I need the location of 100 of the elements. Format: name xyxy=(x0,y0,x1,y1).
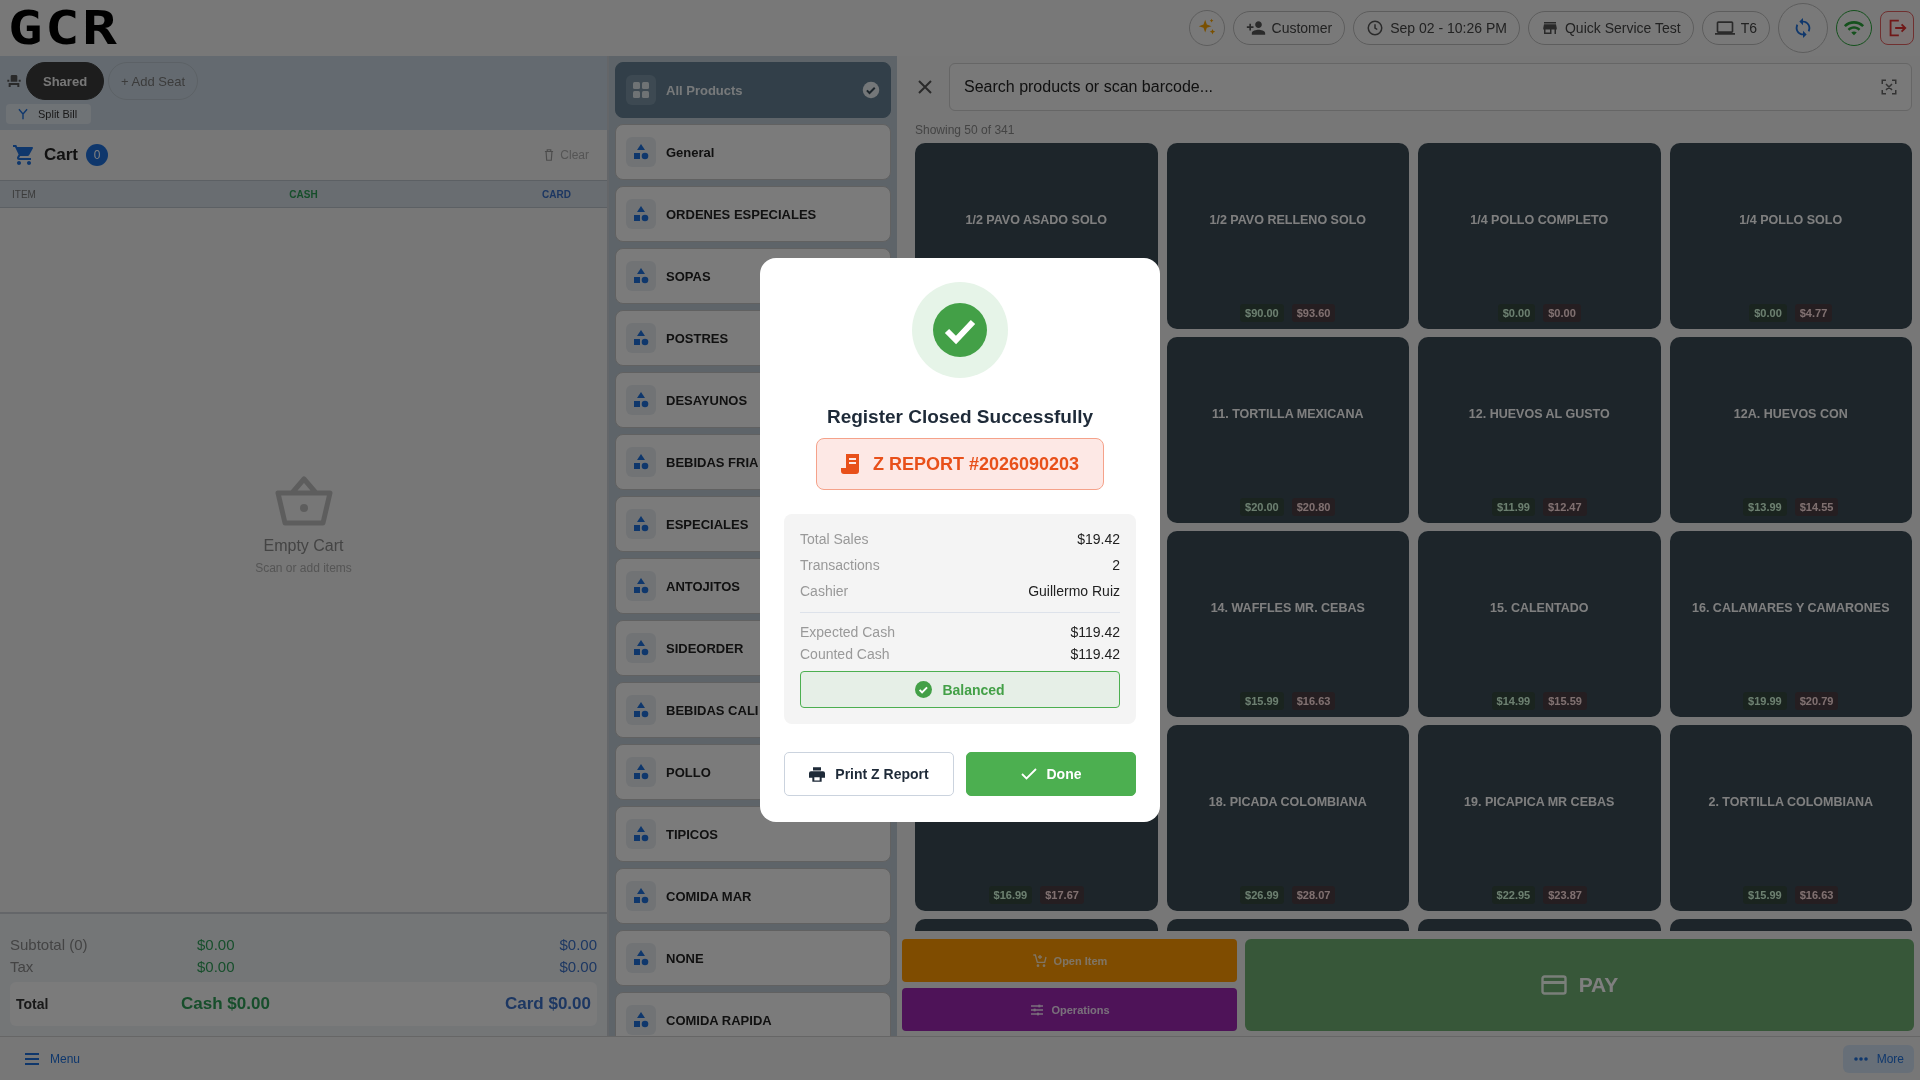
check-icon xyxy=(1020,767,1037,781)
product-name: 18. PICADA COLOMBIANA xyxy=(1208,795,1367,809)
card-price: $12.47 xyxy=(1542,498,1587,516)
store-icon xyxy=(1541,19,1559,37)
product-tile[interactable]: 16. CALAMARES Y CAMARONES $19.99 $20.79 xyxy=(1669,531,1912,717)
category-item[interactable]: COMIDA MAR xyxy=(615,868,891,924)
report-number: Z REPORT #2026090203 xyxy=(816,438,1104,490)
shapes-icon xyxy=(632,949,650,967)
basket-icon xyxy=(273,475,334,527)
summary-value: $119.42 xyxy=(1070,624,1120,640)
product-tile[interactable]: 12. HUEVOS AL GUSTO $11.99 $12.47 xyxy=(1418,337,1661,523)
card-price: $20.80 xyxy=(1291,498,1336,516)
shapes-icon xyxy=(632,391,650,409)
summary-label: Counted Cash xyxy=(800,646,890,662)
wifi-button[interactable] xyxy=(1836,10,1872,46)
store-button[interactable]: Quick Service Test xyxy=(1528,11,1694,45)
card-price: $4.77 xyxy=(1794,304,1833,322)
split-icon xyxy=(16,107,30,121)
grid-icon xyxy=(632,81,650,99)
done-button[interactable]: Done xyxy=(966,752,1136,796)
card-price: $93.60 xyxy=(1291,304,1336,322)
cash-price: $20.00 xyxy=(1240,498,1284,516)
card-price: $14.55 xyxy=(1794,498,1839,516)
clock-icon xyxy=(1366,19,1385,37)
menu-icon xyxy=(24,1051,40,1066)
product-name: 19. PICAPICA MR CEBAS xyxy=(1464,795,1615,809)
shapes-icon xyxy=(632,887,650,905)
more-icon xyxy=(1852,1055,1869,1062)
cart-plus-icon xyxy=(1031,952,1048,969)
product-tile[interactable]: 15. CALENTADO $14.99 $15.59 xyxy=(1418,531,1661,717)
cash-price: $0.00 xyxy=(1749,304,1787,322)
operations-button[interactable]: Operations xyxy=(902,988,1237,1031)
check-circle-icon xyxy=(933,303,987,357)
shapes-icon xyxy=(632,143,650,161)
cash-price: $15.99 xyxy=(1743,886,1787,904)
product-tile[interactable]: 1/4 POLLO COMPLETO $0.00 $0.00 xyxy=(1418,143,1661,329)
category-item[interactable]: ORDENES ESPECIALES xyxy=(615,186,891,242)
cash-amount: $0.00 xyxy=(197,936,236,953)
check-circle-icon xyxy=(915,681,933,698)
shapes-icon xyxy=(632,639,650,657)
seat-tab[interactable]: Shared xyxy=(26,62,105,100)
category-item[interactable]: NONE xyxy=(615,930,891,986)
total-label: Total xyxy=(16,996,50,1012)
shapes-icon xyxy=(632,825,650,843)
category-item[interactable]: All Products xyxy=(615,62,891,118)
cart-count-badge: 0 xyxy=(86,144,108,166)
card-price: $16.63 xyxy=(1291,692,1336,710)
cash-price: $16.99 xyxy=(988,886,1033,904)
product-tile[interactable]: 19. PICAPICA MR CEBAS $22.95 $23.87 xyxy=(1418,725,1661,911)
summary-label: Cashier xyxy=(800,583,849,599)
product-name: 16. CALAMARES Y CAMARONES xyxy=(1692,601,1890,615)
logo: GCR xyxy=(8,5,120,51)
product-name: 1/2 PAVO ASADO SOLO xyxy=(965,213,1107,227)
product-tile[interactable]: 18. PICADA COLOMBIANA $26.99 $28.07 xyxy=(1166,725,1409,911)
product-name: 2. TORTILLA COLOMBIANA xyxy=(1708,795,1874,809)
ai-button[interactable] xyxy=(1188,10,1225,46)
product-tile[interactable]: 1/2 PAVO RELLENO SOLO $90.00 $93.60 xyxy=(1166,143,1409,329)
product-tile[interactable]: 12A. HUEVOS CON $13.99 $14.55 xyxy=(1669,337,1912,523)
sync-button[interactable] xyxy=(1778,3,1828,53)
product-name: 12. HUEVOS AL GUSTO xyxy=(1468,407,1610,421)
category-item[interactable]: COMIDA RAPIDA xyxy=(615,992,891,1036)
cash-price: $22.95 xyxy=(1491,886,1536,904)
summary-value: $119.42 xyxy=(1070,646,1120,662)
card-amount: $0.00 xyxy=(558,958,597,975)
shapes-icon xyxy=(632,577,650,595)
shapes-icon xyxy=(632,453,650,471)
datetime-button[interactable]: Sep 02 - 10:26 PM xyxy=(1353,11,1520,45)
product-name: 15. CALENTADO xyxy=(1490,601,1589,615)
shapes-icon xyxy=(632,701,650,719)
seat-icon xyxy=(6,73,22,89)
product-tile[interactable]: 14. WAFFLES MR. CEBAS $15.99 $16.63 xyxy=(1166,531,1409,717)
close-icon[interactable] xyxy=(917,79,933,95)
shapes-icon xyxy=(632,205,650,223)
shapes-icon xyxy=(632,763,650,781)
status-banner: Balanced xyxy=(800,671,1120,708)
summary-value: Guillermo Ruiz xyxy=(1028,583,1120,599)
search-field[interactable]: Search products or scan barcode... xyxy=(949,63,1912,111)
split-bill-button[interactable]: Split Bill xyxy=(6,104,92,124)
card-price: $17.67 xyxy=(1040,886,1084,904)
more-button[interactable]: More xyxy=(1842,1044,1914,1073)
product-tile[interactable]: 11. TORTILLA MEXICANA $20.00 $20.80 xyxy=(1166,337,1409,523)
print-button[interactable]: Print Z Report xyxy=(784,752,954,796)
category-item[interactable]: General xyxy=(615,124,891,180)
menu-button[interactable]: Menu xyxy=(18,1050,87,1067)
cash-price: $26.99 xyxy=(1240,886,1284,904)
column-header: CARD xyxy=(541,188,572,200)
card-price: $20.79 xyxy=(1794,692,1839,710)
product-name: 11. TORTILLA MEXICANA xyxy=(1212,407,1364,421)
customer-button[interactable]: Customer xyxy=(1232,11,1346,45)
product-tile[interactable]: 1/4 POLLO SOLO $0.00 $4.77 xyxy=(1669,143,1912,329)
product-tile[interactable]: 2. TORTILLA COLOMBIANA $15.99 $16.63 xyxy=(1669,725,1912,911)
terminal-button[interactable]: T6 xyxy=(1701,11,1770,45)
receipt-icon xyxy=(840,453,861,475)
product-name: 1/2 PAVO RELLENO SOLO xyxy=(1209,213,1366,227)
barcode-scan-icon[interactable] xyxy=(1880,78,1898,96)
cash-price: $14.99 xyxy=(1491,692,1536,710)
card-total: Card $0.00 xyxy=(504,994,591,1014)
card-price: $15.59 xyxy=(1543,692,1587,710)
pay-button[interactable]: PAY xyxy=(1245,939,1914,1031)
logout-button[interactable] xyxy=(1880,11,1914,45)
